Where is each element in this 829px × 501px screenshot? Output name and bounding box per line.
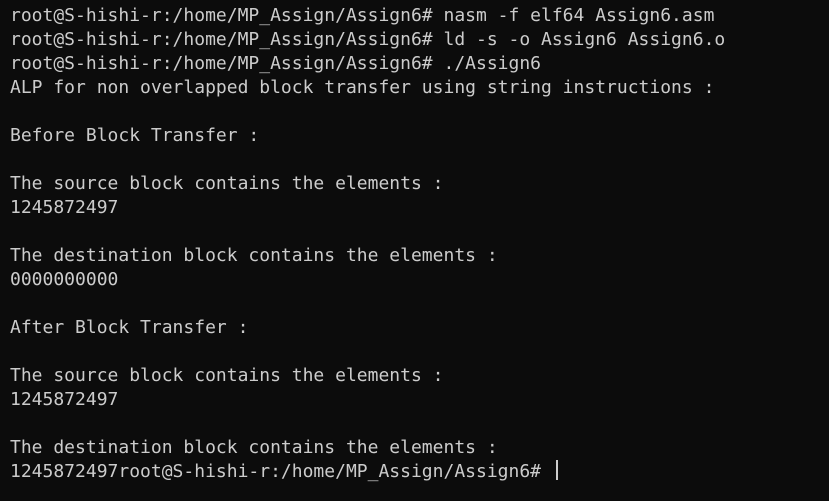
terminal-line-run-command: root@S-hishi-r:/home/MP_Assign/Assign6# … [10, 53, 542, 74]
terminal-line-before-heading: Before Block Transfer : [10, 125, 260, 146]
terminal-line-source-values-before: 1245872497 [10, 197, 119, 218]
terminal-line-destination-label-after: The destination block contains the eleme… [10, 437, 498, 458]
terminal-window[interactable]: root@S-hishi-r:/home/MP_Assign/Assign6# … [0, 0, 829, 501]
terminal-line-after-heading: After Block Transfer : [10, 317, 249, 338]
terminal-line-ld-command: root@S-hishi-r:/home/MP_Assign/Assign6# … [10, 29, 726, 50]
terminal-line-program-title: ALP for non overlapped block transfer us… [10, 77, 715, 98]
terminal-line-source-label-before: The source block contains the elements : [10, 173, 444, 194]
terminal-line-nasm-command: root@S-hishi-r:/home/MP_Assign/Assign6# … [10, 5, 715, 26]
terminal-line-source-label-after: The source block contains the elements : [10, 365, 444, 386]
terminal-prompt-line[interactable]: 1245872497root@S-hishi-r:/home/MP_Assign… [10, 460, 829, 484]
terminal-cursor [555, 460, 558, 480]
terminal-line-source-values-after: 1245872497 [10, 389, 119, 410]
terminal-line-destination-values-and-prompt: 1245872497root@S-hishi-r:/home/MP_Assign… [10, 461, 552, 482]
terminal-line-destination-label-before: The destination block contains the eleme… [10, 245, 498, 266]
terminal-line-destination-values-before: 0000000000 [10, 269, 119, 290]
